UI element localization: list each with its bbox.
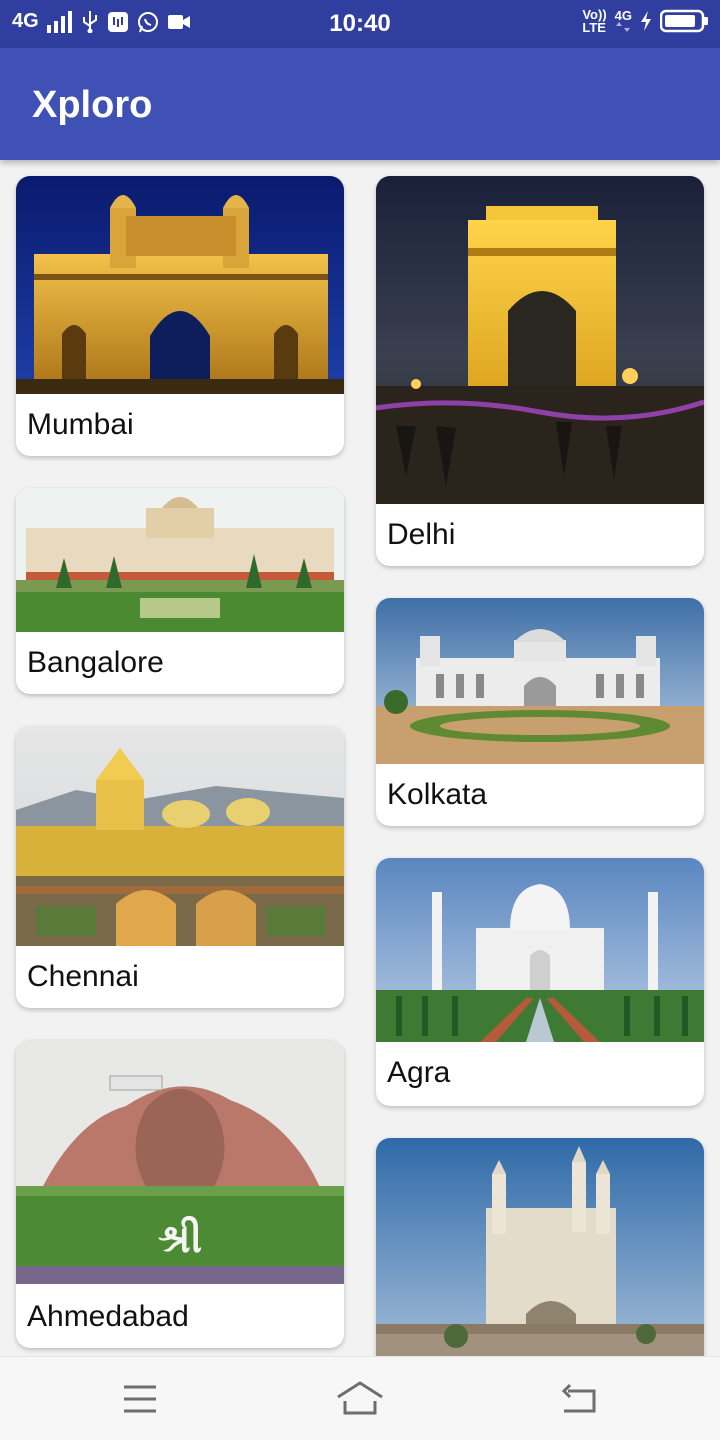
city-card-hyderabad[interactable] — [376, 1138, 704, 1356]
data-arrows-icon — [616, 22, 631, 32]
delhi-image — [376, 176, 704, 504]
ahmedabad-image: શ્રી — [16, 1040, 344, 1284]
city-name: Kolkata — [387, 778, 488, 811]
chennai-image — [16, 726, 344, 946]
city-card-delhi[interactable]: Delhi — [376, 176, 704, 566]
city-card-ahmedabad[interactable]: શ્રી Ahmedabad — [16, 1040, 344, 1348]
navigation-bar — [0, 1356, 720, 1440]
status-right-group: Vo)) LTE 4G — [582, 8, 710, 34]
back-button[interactable] — [558, 1379, 602, 1419]
home-icon — [337, 1381, 383, 1415]
home-button[interactable] — [336, 1379, 384, 1419]
agra-image — [376, 858, 704, 1042]
city-name: Mumbai — [27, 408, 134, 441]
ahmedabad-garden-text: શ્રી — [158, 1216, 202, 1262]
status-bar: 4G 10:40 Vo)) LTE 4G — [0, 0, 720, 48]
city-name: Delhi — [387, 518, 456, 551]
kolkata-image — [376, 598, 704, 764]
app-bar: Xploro — [0, 48, 720, 160]
city-card-mumbai[interactable]: Mumbai — [16, 176, 344, 456]
volte-indicator: Vo)) LTE — [582, 7, 607, 35]
city-name: Bangalore — [27, 646, 164, 679]
city-name: Ahmedabad — [27, 1300, 189, 1333]
mobile-data-indicator: 4G — [615, 9, 632, 32]
app-title: Xploro — [32, 84, 153, 126]
hyderabad-image — [376, 1138, 704, 1356]
menu-icon — [124, 1385, 156, 1413]
back-icon — [561, 1383, 596, 1413]
battery-icon — [660, 9, 708, 33]
city-card-chennai[interactable]: Chennai — [16, 726, 344, 1008]
city-card-bangalore[interactable]: Bangalore — [16, 488, 344, 694]
city-grid[interactable]: Mumbai Delhi Bangalore Kolkata Chennai A… — [0, 160, 720, 1356]
city-name: Chennai — [27, 960, 139, 993]
city-card-kolkata[interactable]: Kolkata — [376, 598, 704, 826]
mumbai-image — [16, 176, 344, 394]
city-card-agra[interactable]: Agra — [376, 858, 704, 1106]
city-name: Agra — [387, 1056, 451, 1089]
menu-button[interactable] — [118, 1379, 162, 1419]
bangalore-image — [16, 488, 344, 632]
charging-icon — [641, 11, 651, 31]
